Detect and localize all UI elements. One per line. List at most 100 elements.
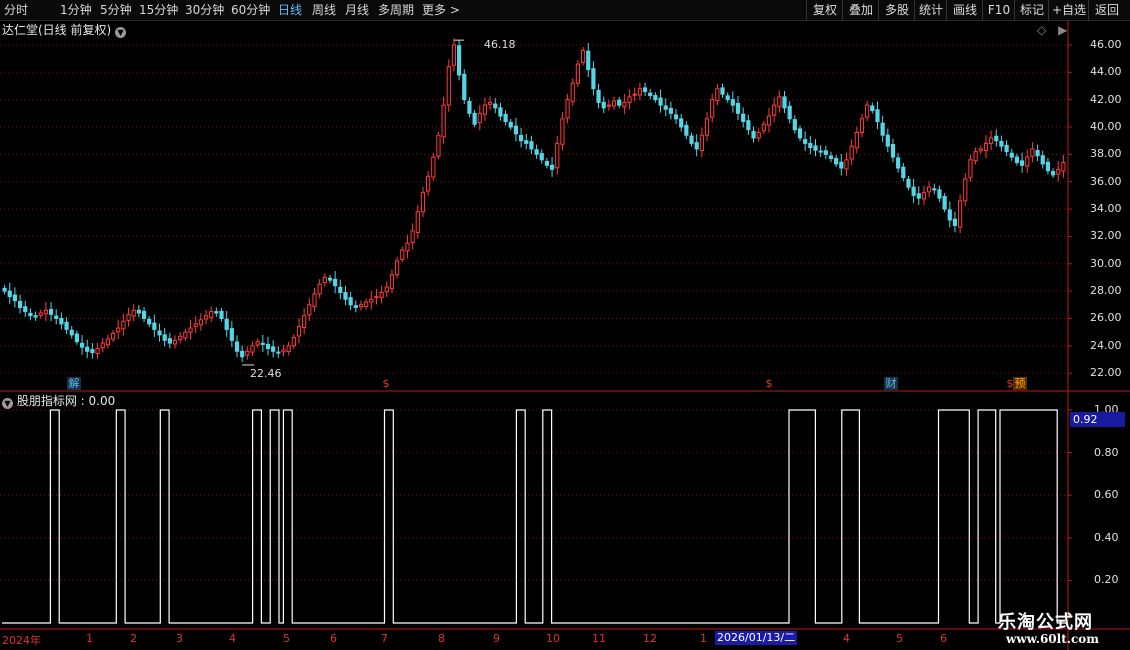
- chart-canvas: [0, 20, 1130, 650]
- candle-body: [839, 161, 844, 169]
- price-tick-label: 46.00: [1090, 37, 1122, 51]
- candle-body: [513, 125, 519, 135]
- x-axis-label: 2024年: [2, 634, 41, 647]
- candle-body: [33, 315, 38, 318]
- x-axis-label: 4: [843, 632, 850, 645]
- indicator-tick-label: 0.60: [1094, 488, 1119, 502]
- candle-body: [85, 346, 90, 352]
- candle-body: [338, 286, 343, 293]
- candle-body: [79, 342, 85, 348]
- candle-body: [906, 178, 911, 188]
- play-icon[interactable]: ▶: [1058, 23, 1067, 37]
- candle-body: [12, 294, 18, 302]
- candle-body: [844, 159, 849, 170]
- candle-body: [994, 135, 999, 142]
- candle-body: [307, 304, 312, 316]
- candle-body: [586, 50, 591, 71]
- pane-controls: ◇ ▶: [1037, 22, 1067, 38]
- candle-body: [653, 95, 658, 101]
- candle-body: [865, 104, 870, 118]
- event-financial-report[interactable]: 财: [884, 377, 898, 390]
- candle-body: [38, 312, 43, 316]
- candle-body: [209, 311, 214, 318]
- candle-body: [1004, 144, 1009, 153]
- candle-body: [596, 89, 601, 103]
- candle-body: [916, 193, 921, 199]
- event-dividend[interactable]: $: [764, 377, 774, 390]
- candle-body: [725, 95, 730, 101]
- price-tick-label: 30.00: [1090, 256, 1122, 270]
- candle-body: [1009, 152, 1014, 158]
- event-dividend[interactable]: $: [381, 377, 391, 390]
- candle-body: [7, 290, 12, 298]
- candle-body: [198, 319, 203, 326]
- candle-body: [818, 150, 823, 153]
- candle-body: [136, 309, 141, 314]
- candle-body: [797, 128, 803, 139]
- event-unlock[interactable]: 解: [67, 377, 81, 390]
- x-axis-label: 9: [493, 632, 500, 645]
- candle-body: [978, 148, 983, 152]
- candle-body: [611, 100, 617, 107]
- candle-body: [560, 118, 565, 145]
- candle-body: [704, 118, 710, 136]
- candle-body: [710, 99, 715, 118]
- candle-body: [229, 328, 234, 341]
- candle-body: [477, 112, 482, 124]
- candle-body: [880, 122, 885, 136]
- x-axis-label: 4: [229, 632, 236, 645]
- event-forecast[interactable]: 预: [1013, 377, 1027, 390]
- candle-body: [152, 322, 157, 330]
- candle-body: [699, 134, 704, 152]
- candle-body: [281, 349, 286, 353]
- candle-body: [834, 157, 839, 165]
- candle-body: [849, 145, 854, 160]
- candle-body: [875, 109, 880, 123]
- main-pane-title: 达仁堂(日线 前复权) ▼: [2, 22, 127, 38]
- candle-body: [720, 87, 725, 95]
- candle-body: [467, 100, 472, 114]
- candle-body: [183, 331, 188, 339]
- candle-body: [193, 323, 198, 327]
- indicator-pane-title: ▼ 股朋指标网 : 0.00: [2, 393, 115, 409]
- candle-body: [756, 131, 761, 139]
- candle-body: [333, 278, 338, 287]
- candle-body: [28, 312, 33, 317]
- candle-body: [482, 104, 488, 115]
- candle-body: [1019, 160, 1025, 166]
- candle-body: [493, 103, 498, 109]
- candle-body: [508, 121, 513, 128]
- x-axis-label: 12: [643, 632, 657, 645]
- candle-body: [1035, 150, 1040, 157]
- candle-body: [622, 101, 627, 108]
- candle-body: [854, 131, 859, 149]
- candle-body: [286, 345, 291, 353]
- x-axis-label: 3: [176, 632, 183, 645]
- candle-body: [601, 101, 606, 109]
- candle-body: [405, 242, 410, 252]
- candle-body: [64, 321, 69, 330]
- candle-body: [260, 342, 265, 345]
- candle-body: [389, 274, 395, 290]
- candle-body: [172, 339, 178, 345]
- candle-body: [792, 119, 797, 131]
- candle-body: [302, 315, 307, 328]
- candle-body: [131, 309, 136, 317]
- x-axis-label: 6: [940, 632, 947, 645]
- candle-body: [963, 178, 968, 202]
- chevron-down-icon[interactable]: ▼: [2, 398, 13, 409]
- candle-body: [250, 345, 255, 353]
- candle-body: [121, 320, 126, 330]
- x-axis-label: 6: [330, 632, 337, 645]
- candle-body: [989, 137, 994, 144]
- price-tick-label: 22.00: [1090, 366, 1122, 380]
- price-tick-label: 28.00: [1090, 284, 1122, 298]
- diamond-icon[interactable]: ◇: [1037, 23, 1046, 37]
- candle-body: [1025, 156, 1030, 167]
- candle-body: [942, 195, 947, 210]
- candle-body: [317, 283, 322, 295]
- candle-body: [901, 166, 906, 179]
- chevron-down-icon[interactable]: ▼: [115, 27, 127, 38]
- candle-body: [823, 150, 828, 155]
- indicator-tick-label: 0.40: [1094, 530, 1119, 544]
